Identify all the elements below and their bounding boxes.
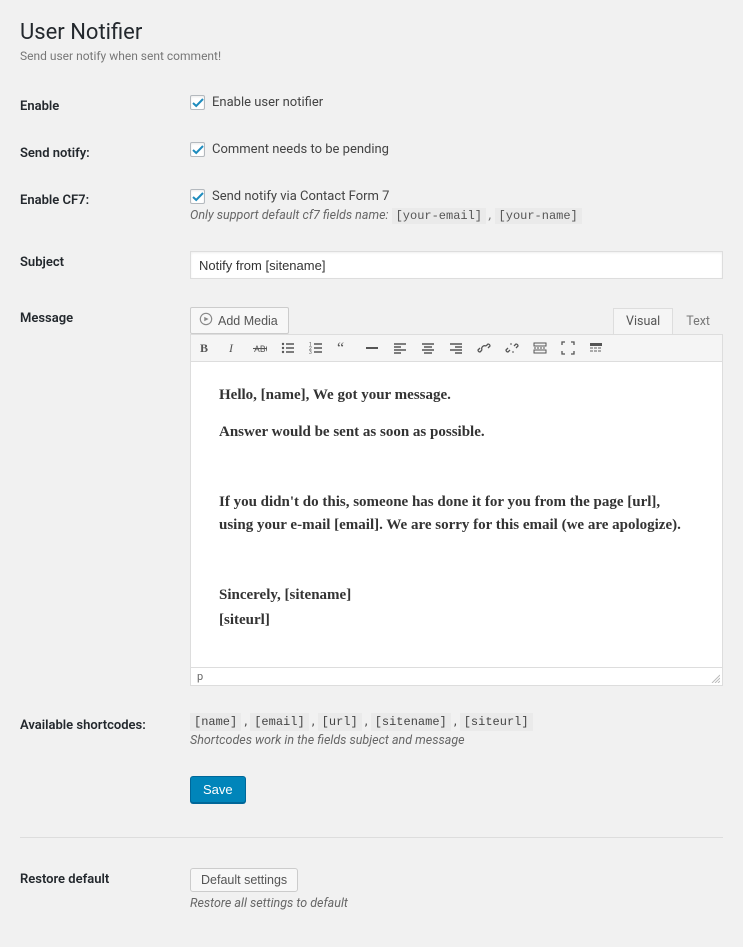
message-line: Answer would be sent as soon as possible… — [219, 421, 694, 444]
svg-text:“: “ — [337, 341, 344, 355]
checkbox-icon — [190, 189, 205, 204]
align-left-icon[interactable] — [391, 339, 409, 357]
send-notify-checkbox-row[interactable]: Comment needs to be pending — [190, 142, 723, 157]
restore-hint: Restore all settings to default — [190, 896, 723, 911]
checkbox-icon — [190, 142, 205, 157]
enable-label: Enable — [20, 83, 190, 130]
tab-text[interactable]: Text — [673, 308, 723, 334]
blockquote-icon[interactable]: “ — [335, 339, 353, 357]
number-list-icon[interactable]: 123 — [307, 339, 325, 357]
align-center-icon[interactable] — [419, 339, 437, 357]
cf7-hint: Only support default cf7 fields name: [y… — [190, 208, 723, 223]
code-siteurl: [siteurl] — [460, 713, 533, 731]
enable-cf7-label: Enable CF7: — [20, 177, 190, 239]
send-notify-label: Send notify: — [20, 130, 190, 177]
default-settings-button[interactable]: Default settings — [190, 868, 298, 892]
hr-icon[interactable] — [363, 339, 381, 357]
enable-cf7-checkbox-row[interactable]: Send notify via Contact Form 7 — [190, 189, 723, 204]
message-line: Sincerely, [sitename] — [219, 584, 694, 607]
enable-checkbox-row[interactable]: Enable user notifier — [190, 95, 723, 110]
code-sitename: [sitename] — [371, 713, 451, 731]
page-title: User Notifier — [20, 20, 723, 45]
editor-statusbar: p — [190, 668, 723, 686]
enable-checkbox-label: Enable user notifier — [212, 95, 323, 110]
svg-text:B: B — [200, 341, 208, 355]
add-media-button[interactable]: Add Media — [190, 307, 289, 334]
bold-icon[interactable]: B — [195, 339, 213, 357]
code-name: [name] — [190, 713, 241, 731]
enable-cf7-checkbox-label: Send notify via Contact Form 7 — [212, 189, 389, 204]
checkbox-icon — [190, 95, 205, 110]
unlink-icon[interactable] — [503, 339, 521, 357]
editor-content[interactable]: Hello, [name], We got your message. Answ… — [190, 362, 723, 668]
fullscreen-icon[interactable] — [559, 339, 577, 357]
resize-handle-icon[interactable] — [710, 673, 720, 683]
editor-path: p — [197, 670, 203, 683]
send-notify-checkbox-label: Comment needs to be pending — [212, 142, 389, 157]
link-icon[interactable] — [475, 339, 493, 357]
readmore-icon[interactable] — [531, 339, 549, 357]
message-line: [siteurl] — [219, 609, 694, 632]
page-description: Send user notify when sent comment! — [20, 49, 723, 63]
add-media-label: Add Media — [218, 314, 278, 328]
subject-input[interactable] — [190, 251, 723, 279]
shortcodes-hint: Shortcodes work in the fields subject an… — [190, 733, 723, 748]
media-icon — [199, 312, 213, 329]
toolbar-toggle-icon[interactable] — [587, 339, 605, 357]
strikethrough-icon[interactable]: ABC — [251, 339, 269, 357]
message-line: Hello, [name], We got your message. — [219, 384, 694, 407]
svg-text:3: 3 — [309, 350, 312, 355]
message-line: If you didn't do this, someone has done … — [219, 491, 694, 536]
shortcodes-label: Available shortcodes: — [20, 702, 190, 764]
message-label: Message — [20, 295, 190, 702]
bullet-list-icon[interactable] — [279, 339, 297, 357]
editor-toolbar: B I ABC 123 “ — [190, 334, 723, 362]
shortcodes-list: [name] , [email] , [url] , [sitename] , … — [190, 714, 723, 729]
code-url: [url] — [318, 713, 362, 731]
italic-icon[interactable]: I — [223, 339, 241, 357]
code-email: [email] — [250, 713, 308, 731]
align-right-icon[interactable] — [447, 339, 465, 357]
code-your-name: [your-name] — [495, 208, 582, 224]
subject-label: Subject — [20, 239, 190, 295]
svg-text:I: I — [228, 341, 234, 355]
tab-visual[interactable]: Visual — [613, 308, 673, 334]
save-button[interactable]: Save — [190, 776, 246, 803]
svg-text:ABC: ABC — [254, 345, 267, 355]
divider — [20, 837, 723, 838]
code-your-email: [your-email] — [392, 208, 486, 224]
